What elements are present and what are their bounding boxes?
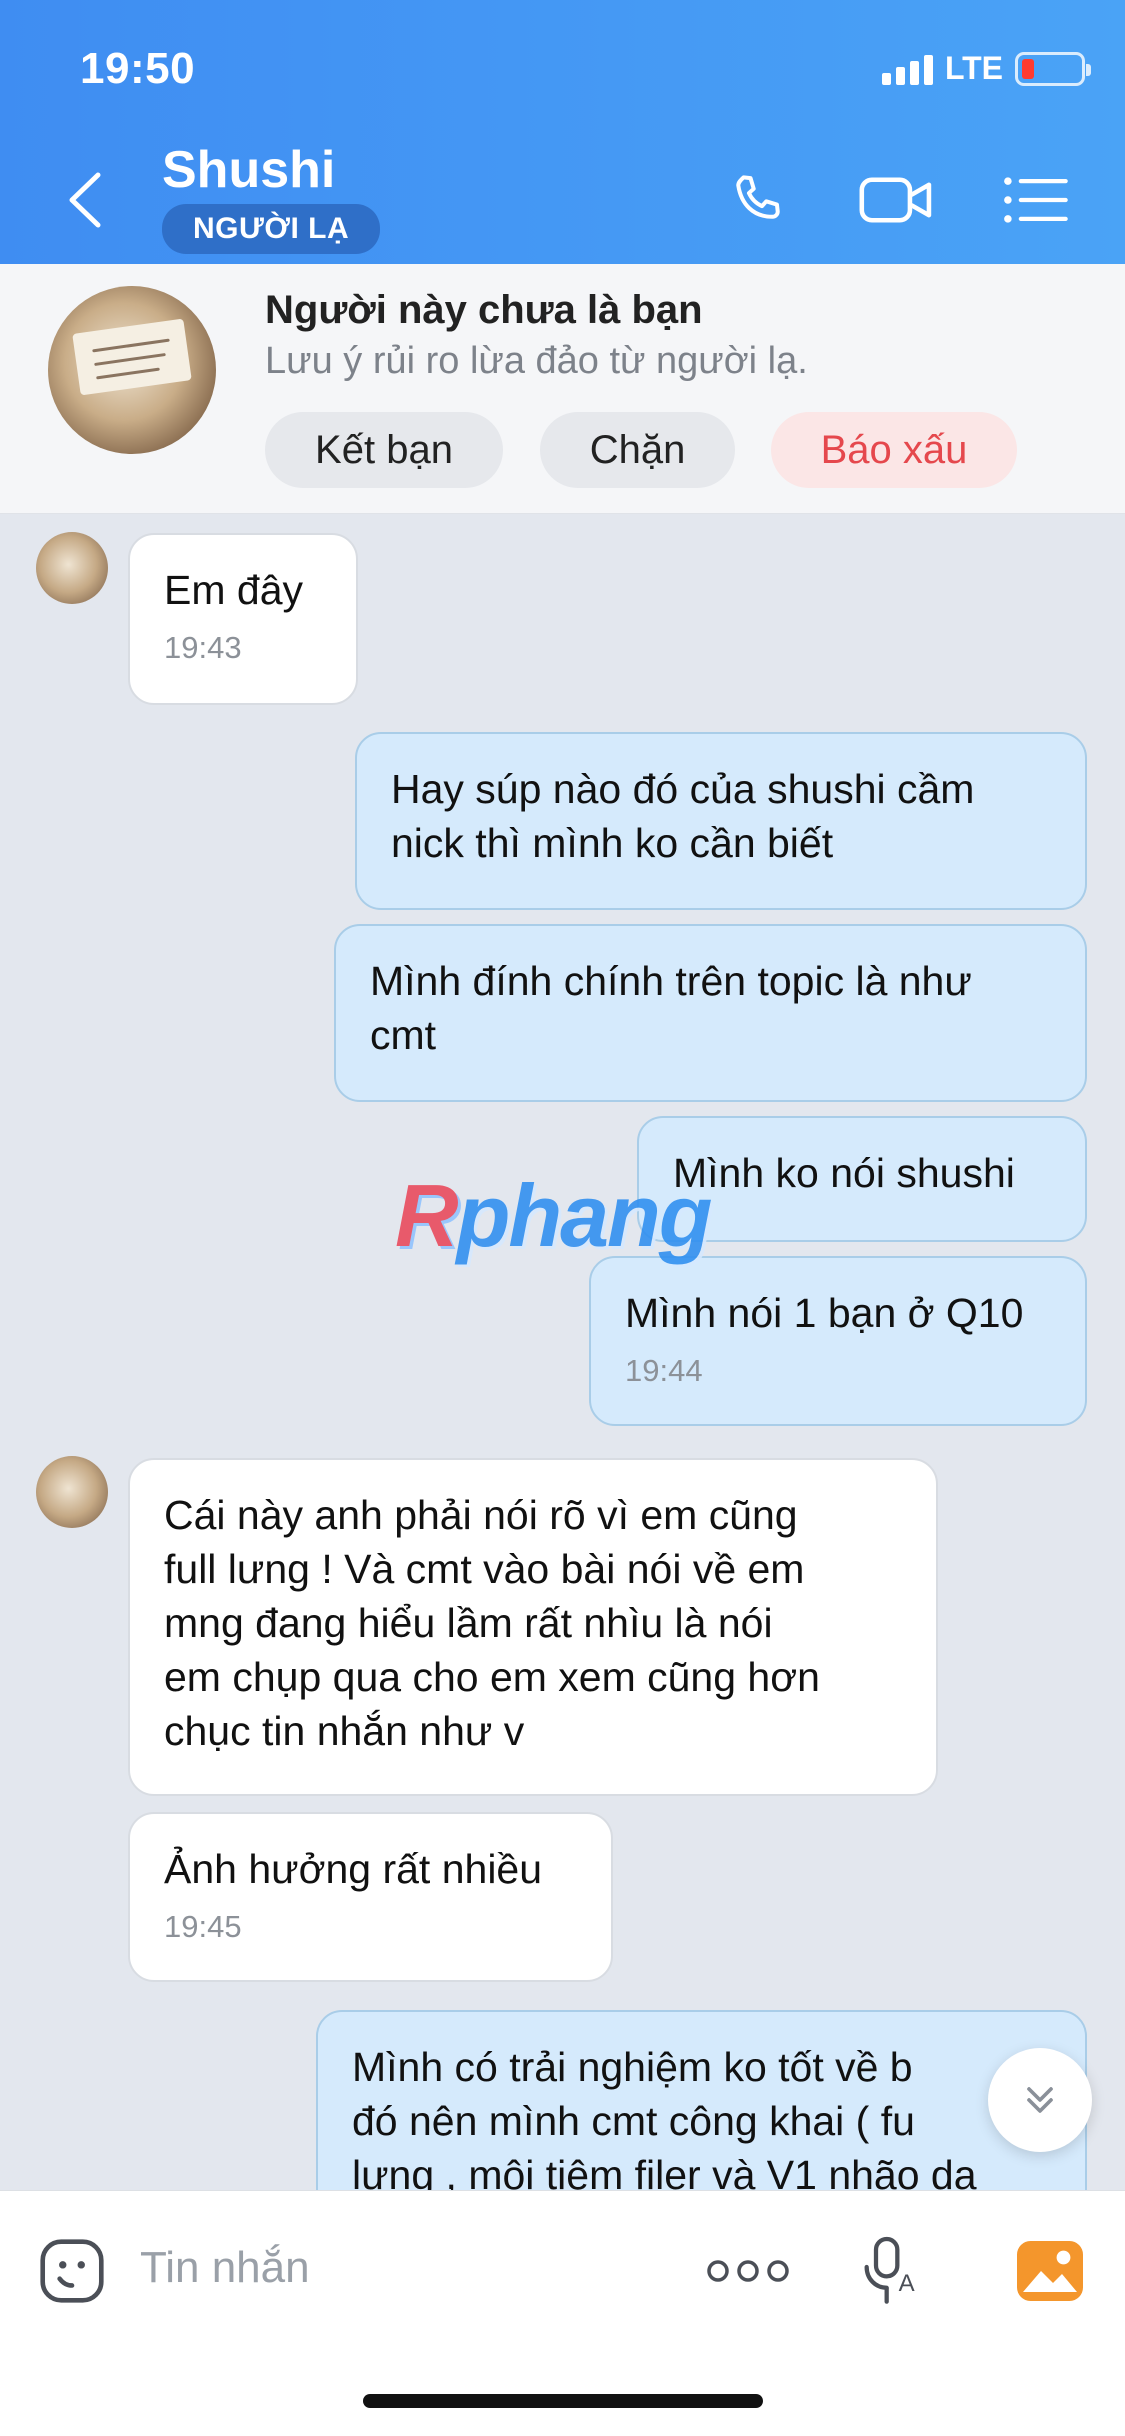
more-options-button[interactable] <box>706 2231 790 2311</box>
network-label: LTE <box>944 50 1003 86</box>
message-bubble[interactable]: Em đây 19:43 <box>128 533 358 705</box>
home-indicator <box>363 2394 763 2408</box>
message-text: Mình đính chính trên topic là như cmt <box>370 958 972 1058</box>
sticker-button[interactable] <box>32 2231 112 2311</box>
watermark-logo: Rphang <box>395 1166 713 1265</box>
message-time: 19:44 <box>625 1353 703 1388</box>
message-bubble[interactable]: Ảnh hưởng rất nhiều 19:45 <box>128 1812 613 1982</box>
signal-icon <box>881 53 933 85</box>
message-text: Mình có trải nghiệm ko tốt về b đó nên m… <box>352 2044 977 2198</box>
message-text: Hay súp nào đó của shushi cầm nick thì m… <box>391 766 975 866</box>
gallery-icon <box>1017 2241 1083 2301</box>
microphone-icon: A <box>864 2236 915 2304</box>
back-icon <box>69 172 101 228</box>
message-time: 19:43 <box>164 630 242 665</box>
phone-icon <box>736 175 780 219</box>
contact-name[interactable]: Shushi <box>162 140 335 200</box>
block-button[interactable]: Chặn <box>540 412 735 488</box>
stranger-warning-banner: Người này chưa là bạn Lưu ý rủi ro lừa đ… <box>0 264 1125 514</box>
status-icons: LTE <box>881 50 1091 87</box>
message-text: Ảnh hưởng rất nhiều <box>164 1846 543 1892</box>
message-bubble[interactable]: Mình nói 1 bạn ở Q10 19:44 <box>589 1256 1087 1426</box>
voice-button[interactable]: A <box>852 2231 932 2311</box>
scroll-to-bottom-button[interactable] <box>988 2048 1092 2152</box>
battery-icon <box>1015 51 1091 86</box>
banner-title: Người này chưa là bạn <box>265 288 703 332</box>
double-chevron-down-icon <box>1027 2087 1053 2113</box>
message-bubble[interactable]: Mình đính chính trên topic là như cmt <box>334 924 1087 1102</box>
svg-text:A: A <box>899 2270 915 2297</box>
message-text: Mình ko nói shushi <box>673 1150 1015 1196</box>
video-call-icon <box>859 177 932 223</box>
sender-avatar[interactable] <box>36 532 108 604</box>
call-button[interactable] <box>718 160 798 240</box>
contact-avatar[interactable] <box>48 286 216 454</box>
menu-list-icon <box>1004 177 1068 223</box>
add-friend-button[interactable]: Kết bạn <box>265 412 503 488</box>
message-text: Cái này anh phải nói rõ vì em cũng full … <box>164 1492 820 1754</box>
message-bubble[interactable]: Hay súp nào đó của shushi cầm nick thì m… <box>355 732 1087 910</box>
photo-button[interactable] <box>1010 2231 1090 2311</box>
report-button[interactable]: Báo xấu <box>771 412 1017 488</box>
message-time: 19:45 <box>164 1909 242 1944</box>
video-call-button[interactable] <box>856 160 936 240</box>
sender-avatar[interactable] <box>36 1456 108 1528</box>
message-bubble[interactable]: Cái này anh phải nói rõ vì em cũng full … <box>128 1458 938 1796</box>
message-input[interactable]: Tin nhắn <box>140 2243 310 2293</box>
banner-subtitle: Lưu ý rủi ro lừa đảo từ người lạ. <box>265 340 808 382</box>
message-text: Em đây <box>164 567 303 613</box>
status-time: 19:50 <box>80 44 196 93</box>
back-button[interactable] <box>60 165 110 235</box>
message-text: Mình nói 1 bạn ở Q10 <box>625 1290 1024 1336</box>
stranger-badge: NGƯỜI LẠ <box>162 204 381 254</box>
more-dots-icon <box>707 2260 789 2282</box>
options-button[interactable] <box>995 160 1075 240</box>
sticker-icon <box>40 2239 104 2303</box>
chat-header: 19:50 LTE Shushi NGƯỜI LẠ <box>0 0 1125 264</box>
